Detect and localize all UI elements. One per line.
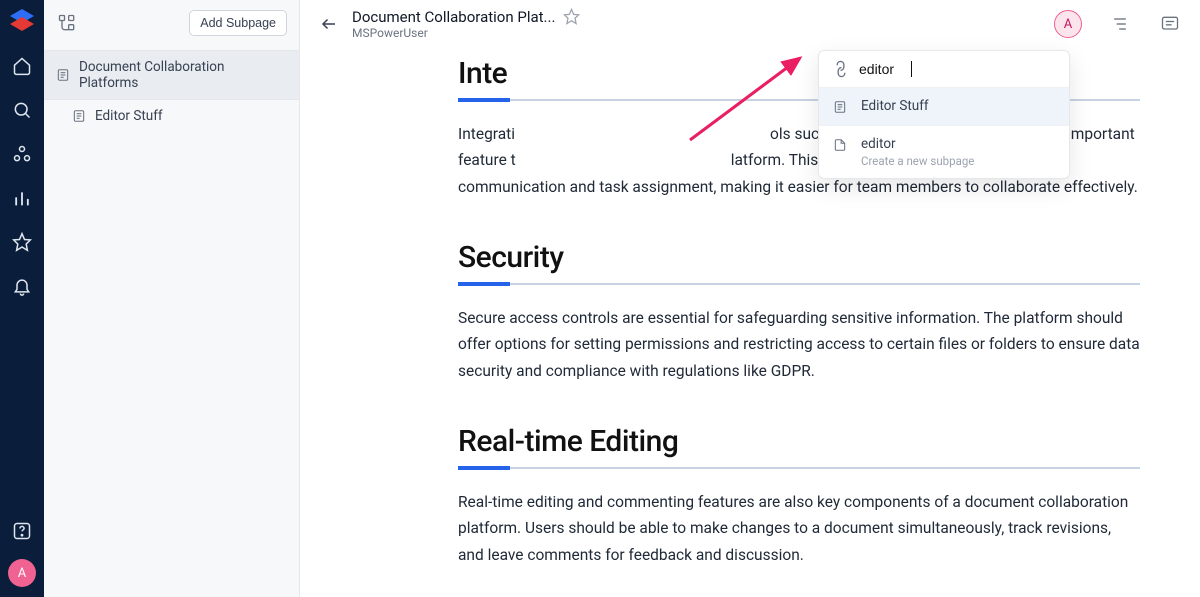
main-area: Document Collaboration Plat... MSPowerUs… [300,0,1200,597]
page-title: Document Collaboration Plat... [352,8,555,26]
sidebar-item-label: Document Collaboration Platforms [79,59,287,91]
tree-icon[interactable] [56,12,78,34]
heading-realtime: Real-time Editing [458,424,1140,459]
heading-underline [458,467,1140,469]
popup-item-title: editor [861,136,974,152]
outline-icon[interactable] [1108,12,1132,36]
popup-item-title: Editor Stuff [861,98,929,114]
back-button[interactable] [318,13,340,35]
help-icon[interactable] [10,519,34,543]
sidebar-item-root[interactable]: Document Collaboration Platforms [44,51,299,99]
comment-icon[interactable] [1158,12,1182,36]
doc-icon [56,68,71,83]
caret-icon [911,61,912,77]
star-icon[interactable] [10,230,34,254]
popup-item-create[interactable]: editor Create a new subpage [819,126,1069,178]
heading-security: Security [458,240,1140,275]
topbar: Document Collaboration Plat... MSPowerUs… [300,0,1200,48]
add-subpage-button[interactable]: Add Subpage [189,10,287,36]
paragraph: Real-time editing and commenting feature… [458,489,1140,568]
link-popup: Editor Stuff editor Create a new subpage [818,50,1070,179]
popup-item-existing[interactable]: Editor Stuff [819,88,1069,125]
sidebar-item-label: Editor Stuff [95,108,163,124]
doc-icon [72,109,87,124]
logo-icon [7,6,37,36]
link-icon [830,58,853,81]
nav-iconbar: A [0,0,44,597]
link-search-input[interactable] [859,61,901,77]
popup-item-sub: Create a new subpage [861,154,974,168]
user-avatar-top[interactable]: A [1054,10,1082,38]
heading-underline [458,283,1140,285]
page-icon [833,137,849,153]
doc-icon [833,99,849,115]
favorite-star-icon[interactable] [563,8,581,26]
sidebar: Add Subpage Document Collaboration Platf… [44,0,300,597]
home-icon[interactable] [10,54,34,78]
analytics-icon[interactable] [10,186,34,210]
sidebar-item-child[interactable]: Editor Stuff [44,100,299,132]
workspace-icon[interactable] [10,142,34,166]
bell-icon[interactable] [10,274,34,298]
search-icon[interactable] [10,98,34,122]
page-subtitle: MSPowerUser [352,26,581,40]
paragraph: Secure access controls are essential for… [458,305,1140,384]
user-avatar-bottom[interactable]: A [8,559,36,587]
